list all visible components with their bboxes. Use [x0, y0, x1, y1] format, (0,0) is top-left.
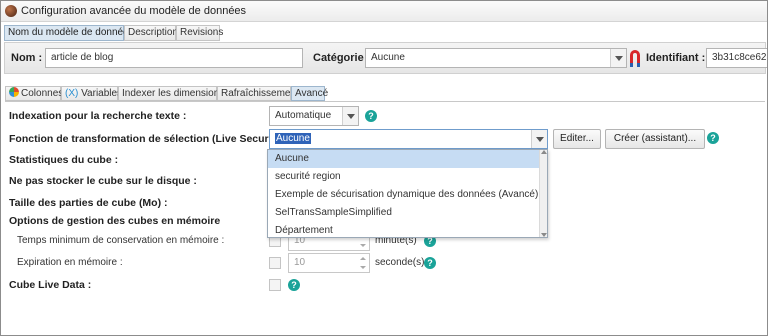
- fonction-value: Aucune: [275, 133, 311, 144]
- options-memoire-label: Options de gestion des cubes en mémoire: [9, 215, 221, 227]
- stepper-arrows-icon[interactable]: [357, 254, 369, 272]
- categorie-label: Catégorie :: [313, 52, 371, 64]
- help-icon[interactable]: ?: [707, 132, 719, 144]
- dropdown-option[interactable]: Aucune: [268, 150, 540, 168]
- tab-colonnes-label: Colonnes: [21, 88, 64, 99]
- tab-colonnes[interactable]: Colonnes: [5, 86, 64, 101]
- window-title: Configuration avancée du modèle de donné…: [21, 5, 247, 17]
- variables-icon: (X): [65, 88, 79, 99]
- expiration-checkbox[interactable]: [269, 257, 281, 269]
- dropdown-option[interactable]: Exemple de sécurisation dynamique des do…: [268, 186, 540, 204]
- tab-revisions[interactable]: Revisions: [176, 25, 223, 41]
- indexation-label: Indexation pour la recherche texte :: [9, 110, 187, 122]
- categorie-select[interactable]: Aucune: [365, 48, 627, 68]
- tab-description[interactable]: Description: [124, 25, 178, 41]
- magnet-icon: [630, 50, 640, 67]
- advanced-config-window: Configuration avancée du modèle de donné…: [0, 0, 768, 336]
- columns-icon: [9, 87, 19, 97]
- nom-input[interactable]: article de blog: [45, 48, 303, 68]
- cube-live-label: Cube Live Data :: [9, 279, 92, 291]
- dropdown-scrollbar[interactable]: [539, 150, 547, 237]
- dropdown-option[interactable]: Département: [268, 222, 540, 237]
- chevron-down-icon[interactable]: [610, 49, 626, 67]
- identifiant-label: Identifiant :: [646, 52, 706, 64]
- help-icon[interactable]: ?: [288, 279, 300, 291]
- tab-variables-label: Variables: [81, 88, 123, 99]
- fonction-label: Fonction de transformation de sélection …: [9, 133, 291, 145]
- dropdown-option[interactable]: SelTransSampleSimplified: [268, 204, 540, 222]
- taille-label: Taille des parties de cube (Mo) :: [9, 197, 168, 209]
- app-icon: [5, 5, 17, 17]
- fonction-dropdown-list: Aucune securité region Exemple de sécuri…: [267, 149, 548, 238]
- nom-label: Nom :: [11, 52, 43, 64]
- identifiant-input[interactable]: 3b31c8ce628: [706, 48, 767, 68]
- editer-button[interactable]: Editer...: [553, 129, 601, 149]
- expiration-unit: seconde(s): [375, 257, 425, 268]
- categorie-value: Aucune: [371, 52, 405, 63]
- creer-assistant-button[interactable]: Créer (assistant)...: [605, 129, 705, 149]
- tab-avance[interactable]: Avancé: [291, 86, 328, 101]
- expiration-label: Expiration en mémoire :: [17, 257, 123, 268]
- window-titlebar: Configuration avancée du modèle de donné…: [1, 1, 767, 22]
- help-icon[interactable]: ?: [424, 257, 436, 269]
- dropdown-option[interactable]: securité region: [268, 168, 540, 186]
- statistiques-label: Statistiques du cube :: [9, 154, 119, 166]
- expiration-value: 10: [294, 257, 306, 268]
- temps-label: Temps minimum de conservation en mémoire…: [17, 235, 225, 246]
- ne-pas-stocker-label: Ne pas stocker le cube sur le disque :: [9, 175, 197, 187]
- cube-live-checkbox[interactable]: [269, 279, 281, 291]
- expiration-stepper[interactable]: 10: [288, 253, 370, 273]
- chevron-down-icon[interactable]: [342, 107, 358, 125]
- tab-variables[interactable]: (X) Variables: [61, 86, 122, 101]
- tab-rafraichissement[interactable]: Rafraîchissement: [217, 86, 299, 101]
- tab-nom-du-modele[interactable]: Nom du modèle de données: [4, 25, 134, 41]
- fonction-select[interactable]: Aucune: [269, 129, 548, 149]
- indexation-value: Automatique: [275, 110, 332, 121]
- help-icon[interactable]: ?: [365, 110, 377, 122]
- chevron-down-icon[interactable]: [531, 130, 547, 148]
- indexation-select[interactable]: Automatique: [269, 106, 359, 126]
- tab-indexer-dimensions[interactable]: Indexer les dimensions: [118, 86, 224, 101]
